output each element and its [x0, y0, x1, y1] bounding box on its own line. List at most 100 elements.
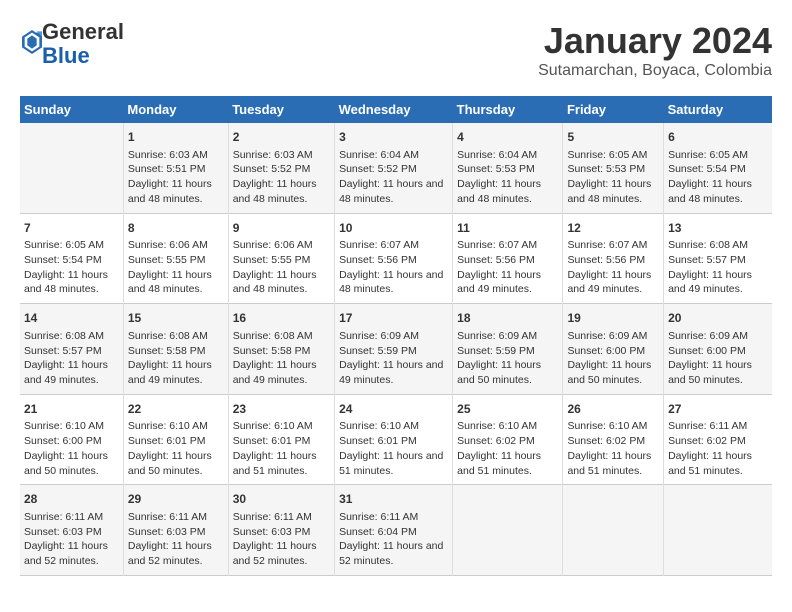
day-number: 4	[457, 129, 558, 146]
day-number: 31	[339, 491, 448, 508]
day-number: 9	[233, 220, 330, 237]
calendar-cell: 2 Sunrise: 6:03 AMSunset: 5:52 PMDaylight…	[228, 123, 334, 213]
day-number: 30	[233, 491, 330, 508]
day-number: 8	[128, 220, 224, 237]
day-info: Sunrise: 6:05 AMSunset: 5:54 PMDaylight:…	[24, 238, 119, 297]
logo: General Blue	[20, 20, 124, 68]
calendar-cell: 6 Sunrise: 6:05 AMSunset: 5:54 PMDaylight…	[664, 123, 772, 213]
calendar-cell: 17 Sunrise: 6:09 AMSunset: 5:59 PMDayligh…	[335, 304, 453, 395]
subtitle: Sutamarchan, Boyaca, Colombia	[538, 62, 772, 80]
day-number: 21	[24, 401, 119, 418]
day-number: 12	[567, 220, 659, 237]
day-number: 26	[567, 401, 659, 418]
day-info: Sunrise: 6:11 AMSunset: 6:03 PMDaylight:…	[24, 510, 119, 569]
calendar-cell: 18Sunrise: 6:09 AMSunset: 5:59 PMDayligh…	[453, 304, 563, 395]
weekday-header-saturday: Saturday	[664, 96, 772, 123]
calendar-cell: 3Sunrise: 6:04 AMSunset: 5:52 PMDaylight…	[335, 123, 453, 213]
calendar-cell: 27Sunrise: 6:11 AMSunset: 6:02 PMDayligh…	[664, 394, 772, 485]
day-number: 23	[233, 401, 330, 418]
day-info: Sunrise: 6:06 AMSunset: 5:55 PMDaylight:…	[233, 238, 330, 297]
day-number: 19	[567, 310, 659, 327]
day-info: Sunrise: 6:10 AMSunset: 6:02 PMDaylight:…	[457, 419, 558, 478]
logo-blue-text: Blue	[42, 43, 90, 68]
day-number: 2	[233, 129, 330, 146]
calendar-cell: 8Sunrise: 6:06 AMSunset: 5:55 PMDaylight…	[123, 213, 228, 304]
day-info: Sunrise: 6:05 AMSunset: 5:54 PMDaylight:…	[668, 148, 768, 207]
calendar-cell: 22Sunrise: 6:10 AMSunset: 6:01 PMDayligh…	[123, 394, 228, 485]
day-info: Sunrise: 6:03 AMSunset: 5:51 PMDaylight:…	[128, 148, 224, 207]
calendar-table: SundayMondayTuesdayWednesdayThursdayFrid…	[20, 96, 772, 576]
calendar-cell: 19Sunrise: 6:09 AMSunset: 6:00 PMDayligh…	[563, 304, 664, 395]
day-number: 17	[339, 310, 448, 327]
day-number: 11	[457, 220, 558, 237]
day-info: Sunrise: 6:07 AMSunset: 5:56 PMDaylight:…	[457, 238, 558, 297]
day-info: Sunrise: 6:10 AMSunset: 6:00 PMDaylight:…	[24, 419, 119, 478]
day-info: Sunrise: 6:09 AMSunset: 5:59 PMDaylight:…	[339, 329, 448, 388]
logo-general-text: General	[42, 19, 124, 44]
day-number: 6	[668, 129, 768, 146]
calendar-cell: 12Sunrise: 6:07 AMSunset: 5:56 PMDayligh…	[563, 213, 664, 304]
day-number: 7	[24, 220, 119, 237]
day-number: 16	[233, 310, 330, 327]
day-info: Sunrise: 6:08 AMSunset: 5:58 PMDaylight:…	[128, 329, 224, 388]
calendar-cell: 7Sunrise: 6:05 AMSunset: 5:54 PMDaylight…	[20, 213, 123, 304]
weekday-header-monday: Monday	[123, 96, 228, 123]
day-info: Sunrise: 6:06 AMSunset: 5:55 PMDaylight:…	[128, 238, 224, 297]
main-title: January 2024	[538, 20, 772, 62]
weekday-header-row: SundayMondayTuesdayWednesdayThursdayFrid…	[20, 96, 772, 123]
logo-icon	[22, 30, 42, 54]
calendar-cell: 10Sunrise: 6:07 AMSunset: 5:56 PMDayligh…	[335, 213, 453, 304]
day-info: Sunrise: 6:11 AMSunset: 6:03 PMDaylight:…	[128, 510, 224, 569]
week-row-4: 21Sunrise: 6:10 AMSunset: 6:00 PMDayligh…	[20, 394, 772, 485]
day-number: 27	[668, 401, 768, 418]
calendar-cell	[563, 485, 664, 576]
calendar-cell: 14Sunrise: 6:08 AMSunset: 5:57 PMDayligh…	[20, 304, 123, 395]
calendar-cell: 29 Sunrise: 6:11 AMSunset: 6:03 PMDayligh…	[123, 485, 228, 576]
calendar-cell: 15 Sunrise: 6:08 AMSunset: 5:58 PMDayligh…	[123, 304, 228, 395]
calendar-cell: 30 Sunrise: 6:11 AMSunset: 6:03 PMDayligh…	[228, 485, 334, 576]
day-info: Sunrise: 6:11 AMSunset: 6:04 PMDaylight:…	[339, 510, 448, 569]
day-number: 22	[128, 401, 224, 418]
day-info: Sunrise: 6:10 AMSunset: 6:01 PMDaylight:…	[339, 419, 448, 478]
calendar-cell: 16 Sunrise: 6:08 AMSunset: 5:58 PMDayligh…	[228, 304, 334, 395]
weekday-header-tuesday: Tuesday	[228, 96, 334, 123]
day-number: 29	[128, 491, 224, 508]
day-info: Sunrise: 6:10 AMSunset: 6:01 PMDaylight:…	[233, 419, 330, 478]
weekday-header-sunday: Sunday	[20, 96, 123, 123]
day-info: Sunrise: 6:10 AMSunset: 6:02 PMDaylight:…	[567, 419, 659, 478]
weekday-header-friday: Friday	[563, 96, 664, 123]
week-row-5: 28 Sunrise: 6:11 AMSunset: 6:03 PMDayligh…	[20, 485, 772, 576]
day-info: Sunrise: 6:09 AMSunset: 5:59 PMDaylight:…	[457, 329, 558, 388]
calendar-cell	[453, 485, 563, 576]
calendar-cell	[20, 123, 123, 213]
day-info: Sunrise: 6:07 AMSunset: 5:56 PMDaylight:…	[567, 238, 659, 297]
day-info: Sunrise: 6:04 AMSunset: 5:53 PMDaylight:…	[457, 148, 558, 207]
day-info: Sunrise: 6:08 AMSunset: 5:58 PMDaylight:…	[233, 329, 330, 388]
day-number: 13	[668, 220, 768, 237]
day-info: Sunrise: 6:08 AMSunset: 5:57 PMDaylight:…	[24, 329, 119, 388]
day-number: 1	[128, 129, 224, 146]
day-number: 10	[339, 220, 448, 237]
calendar-cell: 11Sunrise: 6:07 AMSunset: 5:56 PMDayligh…	[453, 213, 563, 304]
week-row-2: 7Sunrise: 6:05 AMSunset: 5:54 PMDaylight…	[20, 213, 772, 304]
title-block: January 2024 Sutamarchan, Boyaca, Colomb…	[538, 20, 772, 80]
day-number: 25	[457, 401, 558, 418]
calendar-cell	[664, 485, 772, 576]
calendar-cell: 9Sunrise: 6:06 AMSunset: 5:55 PMDaylight…	[228, 213, 334, 304]
weekday-header-wednesday: Wednesday	[335, 96, 453, 123]
week-row-1: 1 Sunrise: 6:03 AMSunset: 5:51 PMDaylight…	[20, 123, 772, 213]
page-header: General Blue January 2024 Sutamarchan, B…	[20, 20, 772, 80]
calendar-cell: 4 Sunrise: 6:04 AMSunset: 5:53 PMDaylight…	[453, 123, 563, 213]
day-info: Sunrise: 6:05 AMSunset: 5:53 PMDaylight:…	[567, 148, 659, 207]
day-info: Sunrise: 6:09 AMSunset: 6:00 PMDaylight:…	[668, 329, 768, 388]
day-number: 5	[567, 129, 659, 146]
weekday-header-thursday: Thursday	[453, 96, 563, 123]
day-number: 3	[339, 129, 448, 146]
day-number: 28	[24, 491, 119, 508]
day-info: Sunrise: 6:03 AMSunset: 5:52 PMDaylight:…	[233, 148, 330, 207]
day-number: 15	[128, 310, 224, 327]
calendar-cell: 21Sunrise: 6:10 AMSunset: 6:00 PMDayligh…	[20, 394, 123, 485]
calendar-cell: 1 Sunrise: 6:03 AMSunset: 5:51 PMDaylight…	[123, 123, 228, 213]
day-info: Sunrise: 6:10 AMSunset: 6:01 PMDaylight:…	[128, 419, 224, 478]
day-info: Sunrise: 6:11 AMSunset: 6:03 PMDaylight:…	[233, 510, 330, 569]
